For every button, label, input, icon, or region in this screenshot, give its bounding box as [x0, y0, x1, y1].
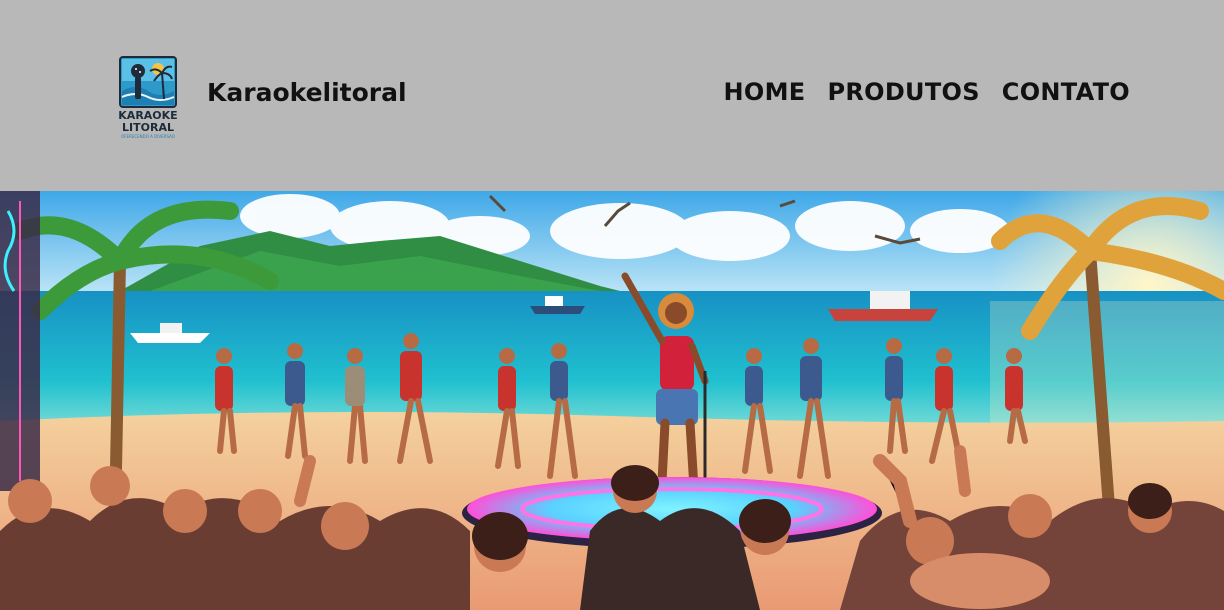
site-logo[interactable]: KARAOKE LITORAL OFERECENDO A DIVERSÃO	[114, 55, 182, 139]
main-nav: HOME PRODUTOS CONTATO	[723, 78, 1130, 106]
nav-produtos-link[interactable]: PRODUTOS	[827, 78, 979, 106]
hero-banner-image	[0, 191, 1224, 610]
site-title[interactable]: Karaokelitoral	[207, 78, 407, 107]
microphone-palm-logo-icon	[119, 56, 177, 108]
logo-text-line2: LITORAL	[122, 121, 174, 134]
site-header: KARAOKE LITORAL OFERECENDO A DIVERSÃO Ka…	[0, 0, 1224, 191]
nav-home-link[interactable]: HOME	[723, 78, 805, 106]
nav-contato-link[interactable]: CONTATO	[1002, 78, 1130, 106]
logo-tagline: OFERECENDO A DIVERSÃO	[121, 134, 175, 139]
beach-karaoke-party-illustration	[0, 191, 1224, 610]
